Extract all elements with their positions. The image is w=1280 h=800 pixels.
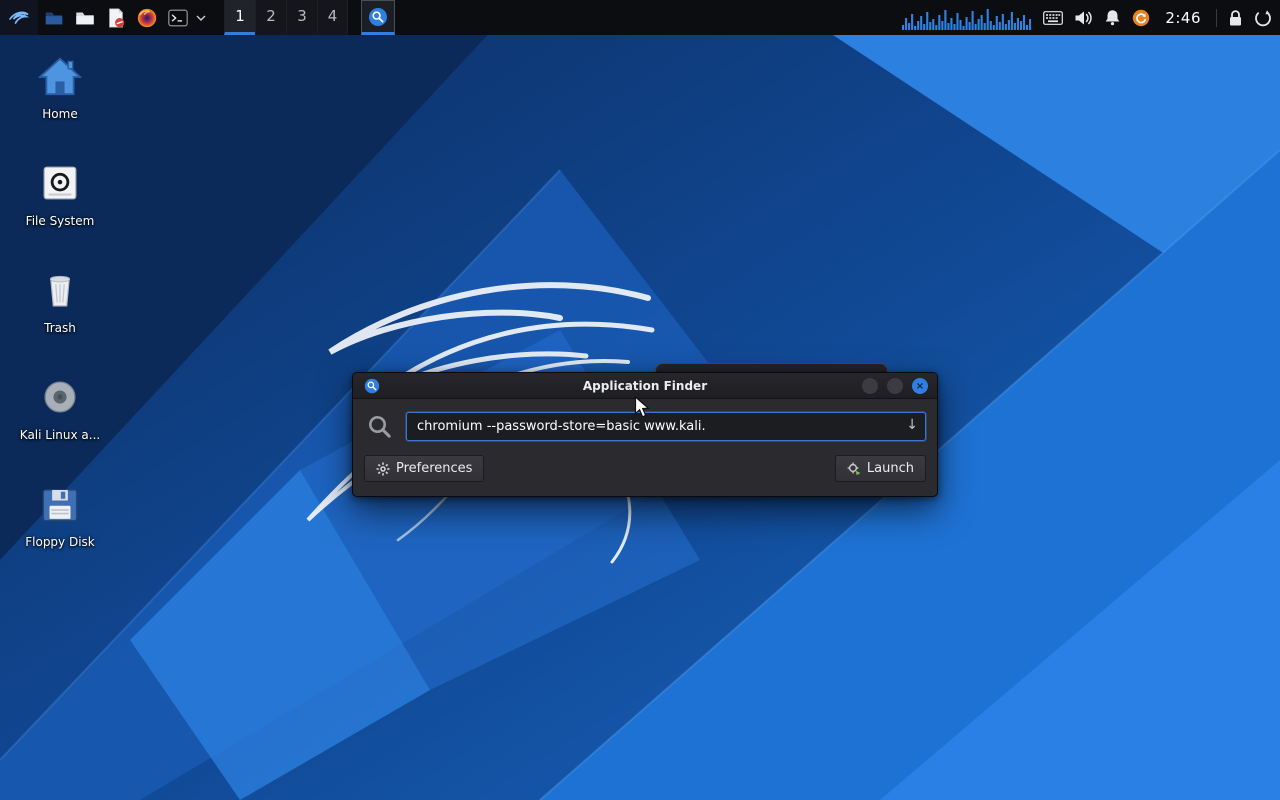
terminal-dropdown-button[interactable] xyxy=(193,0,208,35)
workspace-2-label: 2 xyxy=(266,7,276,25)
terminal-icon xyxy=(167,7,189,29)
minimize-button[interactable] xyxy=(862,378,878,394)
search-input[interactable] xyxy=(406,412,926,441)
desktop-icon-floppy-disk[interactable]: Floppy Disk xyxy=(16,480,104,576)
workspace-1-label: 1 xyxy=(235,7,245,25)
maximize-button[interactable] xyxy=(887,378,903,394)
dark-folder-icon xyxy=(43,7,65,29)
desktop-icon-kali-linux[interactable]: Kali Linux a... xyxy=(16,373,104,469)
desktop-icon-label: Trash xyxy=(44,322,76,336)
volume-icon xyxy=(1074,10,1093,26)
finder-body: ↓ Preferences xyxy=(353,399,937,482)
workspace-1[interactable]: 1 xyxy=(224,0,255,35)
workspace-2[interactable]: 2 xyxy=(255,0,286,35)
system-monitor-graph[interactable] xyxy=(902,6,1032,30)
launch-label: Launch xyxy=(867,461,914,476)
kali-menu-icon xyxy=(7,6,31,30)
close-button[interactable]: × xyxy=(912,378,928,394)
keyboard-icon xyxy=(1043,11,1063,25)
titlebar[interactable]: Application Finder × xyxy=(353,373,937,399)
text-editor-launcher[interactable] xyxy=(100,0,131,35)
desktop-icon-label: Home xyxy=(42,108,77,122)
desktop-icon-label: Floppy Disk xyxy=(25,536,95,550)
home-icon xyxy=(38,52,82,100)
top-panel: 1 2 3 4 xyxy=(0,0,1280,35)
session-logout-button[interactable] xyxy=(1254,9,1272,27)
desktop-icon-trash[interactable]: Trash xyxy=(16,266,104,362)
workspace-4-label: 4 xyxy=(328,7,338,25)
firefox-launcher[interactable] xyxy=(131,0,162,35)
keyboard-indicator[interactable] xyxy=(1043,11,1063,25)
notifications-indicator[interactable] xyxy=(1104,9,1121,26)
floppy-icon xyxy=(39,480,81,528)
file-manager-launcher[interactable] xyxy=(69,0,100,35)
document-icon xyxy=(105,7,127,29)
tray-separator xyxy=(1216,9,1217,27)
desktop-icon-label: File System xyxy=(26,215,95,229)
preferences-button[interactable]: Preferences xyxy=(364,455,484,482)
firefox-icon xyxy=(136,7,158,29)
lock-icon xyxy=(1228,9,1243,27)
panel-tray: 2:46 xyxy=(902,0,1280,35)
desktop-icon-file-system[interactable]: File System xyxy=(16,159,104,255)
workspace-4[interactable]: 4 xyxy=(317,0,348,35)
gear-icon xyxy=(376,462,390,476)
application-finder-icon xyxy=(364,378,380,398)
bell-icon xyxy=(1104,9,1121,26)
terminal-launcher[interactable] xyxy=(162,0,193,35)
volume-indicator[interactable] xyxy=(1074,10,1093,26)
clock[interactable]: 2:46 xyxy=(1161,9,1205,27)
workspace-3[interactable]: 3 xyxy=(286,0,317,35)
launch-button[interactable]: Launch xyxy=(835,455,926,482)
search-input-wrap: ↓ xyxy=(406,412,926,441)
folder-icon xyxy=(74,7,96,29)
launch-icon xyxy=(847,462,861,476)
updates-indicator[interactable] xyxy=(1132,9,1150,27)
logout-icon xyxy=(1254,9,1272,27)
panel-launchers: 1 2 3 4 xyxy=(0,0,395,35)
window-controls: × xyxy=(862,378,928,394)
preferences-label: Preferences xyxy=(396,461,472,476)
files-dark-launcher[interactable] xyxy=(38,0,69,35)
desktop-icon-label: Kali Linux a... xyxy=(20,429,100,443)
desktop-icon-home[interactable]: Home xyxy=(16,52,104,148)
trash-icon xyxy=(40,266,80,314)
screen-lock-button[interactable] xyxy=(1228,9,1243,27)
chevron-down-icon xyxy=(196,15,206,21)
disc-icon xyxy=(39,373,81,421)
workspace-3-label: 3 xyxy=(297,7,307,25)
search-icon xyxy=(364,413,394,440)
file-system-icon xyxy=(39,159,81,207)
desktop: 1 2 3 4 xyxy=(0,0,1280,800)
workspace-switcher: 1 2 3 4 xyxy=(224,0,348,35)
dropdown-arrow-icon[interactable]: ↓ xyxy=(906,417,918,433)
applications-menu-button[interactable] xyxy=(0,0,38,35)
updates-icon xyxy=(1132,9,1150,27)
application-finder-icon xyxy=(368,7,388,27)
application-finder-window: Application Finder × ↓ xyxy=(352,372,938,497)
window-title: Application Finder xyxy=(583,379,707,393)
taskbar-application-finder-button[interactable] xyxy=(361,0,395,35)
